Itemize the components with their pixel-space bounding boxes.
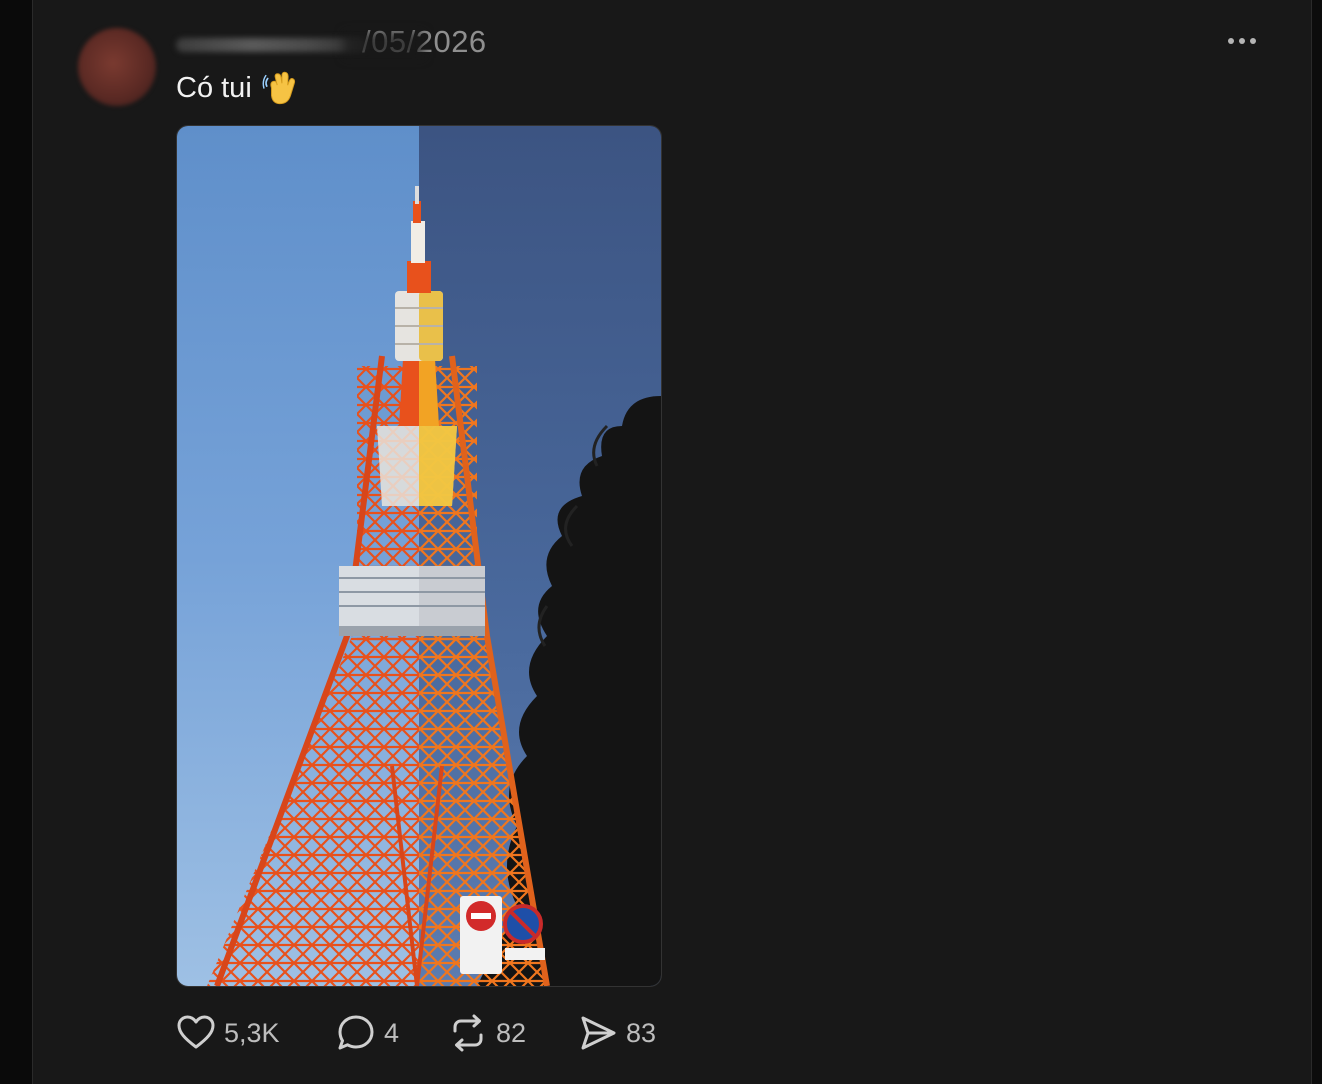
like-button[interactable]: 5,3K — [176, 1010, 280, 1056]
left-rail — [0, 0, 32, 1084]
comment-count: 4 — [384, 1017, 400, 1048]
tokyo-tower-photo — [177, 126, 661, 986]
repost-button[interactable]: 82 — [448, 1010, 526, 1056]
more-horizontal-icon — [1250, 38, 1256, 44]
like-count: 5,3K — [224, 1017, 280, 1048]
repost-count: 82 — [496, 1017, 527, 1048]
post-header: /05/2026 — [176, 24, 506, 60]
page: /05/2026 Có tui 5,3K 4 82 83 — [0, 0, 1322, 1084]
send-icon — [581, 1016, 616, 1050]
share-button[interactable]: 83 — [578, 1010, 656, 1056]
post-actions: 5,3K 4 82 83 — [176, 1010, 696, 1056]
repost-icon — [453, 1014, 483, 1052]
comment-icon — [338, 1015, 374, 1050]
more-horizontal-icon — [1228, 38, 1234, 44]
post-caption: Có tui — [176, 68, 300, 108]
date-redaction — [344, 32, 424, 58]
username-redacted[interactable] — [176, 38, 366, 52]
post-photo[interactable] — [176, 125, 662, 987]
heart-icon — [177, 1015, 215, 1049]
more-options-button[interactable] — [1218, 28, 1266, 54]
avatar[interactable] — [78, 28, 156, 106]
comment-button[interactable]: 4 — [336, 1010, 399, 1056]
more-horizontal-icon — [1239, 38, 1245, 44]
waving-hand-icon — [262, 71, 295, 105]
share-count: 83 — [626, 1017, 657, 1048]
caption-text: Có tui — [176, 72, 252, 104]
